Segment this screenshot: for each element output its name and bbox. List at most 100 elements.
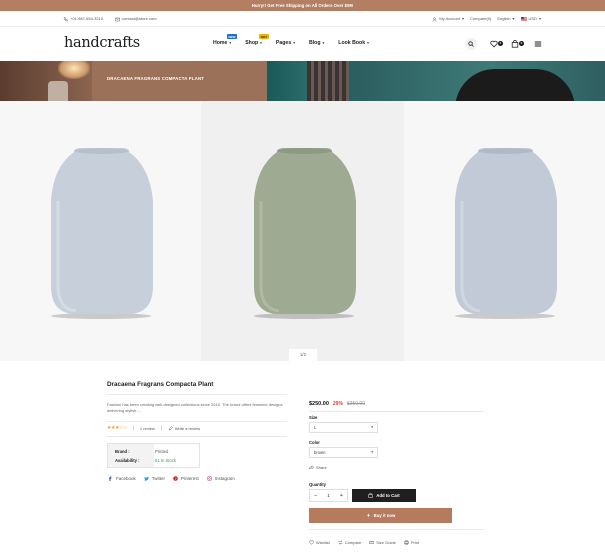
instagram-icon xyxy=(207,476,212,481)
chevron-down-icon: ▾ xyxy=(229,41,232,45)
phone-contact[interactable]: +01-987-654-3210 xyxy=(63,11,103,27)
pinterest-label: Pinterest xyxy=(181,476,199,481)
user-icon xyxy=(432,16,437,22)
print-action[interactable]: Print xyxy=(404,540,419,545)
search-button[interactable] xyxy=(465,38,477,50)
rating-stars: ★★★☆☆ xyxy=(107,425,127,431)
pinterest-link[interactable]: Pinterest xyxy=(173,476,199,481)
chevron-down-icon: ▾ xyxy=(371,450,373,454)
hot-badge: HOT xyxy=(259,34,269,39)
vase-image xyxy=(254,148,356,319)
chevron-down-icon: ▾ xyxy=(293,41,295,45)
cart-count: 0 xyxy=(519,41,524,46)
currency-label: USD xyxy=(528,16,537,21)
site-logo[interactable]: handcrafts xyxy=(64,35,140,51)
top-bar: +01-987-654-3210 contact@store.com My Ac… xyxy=(0,11,605,27)
pinterest-icon xyxy=(173,476,178,481)
product-info-box: Brand : Printed Availability : 51 In Sto… xyxy=(107,443,200,468)
product-gallery xyxy=(0,101,605,361)
brand-value: Printed xyxy=(155,449,169,454)
email-contact[interactable]: contact@store.com xyxy=(115,11,157,27)
printer-icon xyxy=(404,540,409,545)
banner-curtain xyxy=(307,61,349,101)
compare-link[interactable]: Compare(0) xyxy=(470,11,491,27)
language-label: English xyxy=(497,16,511,21)
chevron-down-icon: ▾ xyxy=(538,16,541,21)
us-flag-icon xyxy=(520,17,527,21)
menu-button[interactable] xyxy=(534,40,542,48)
chevron-down-icon: ▾ xyxy=(462,16,465,21)
promo-bar: Hurry!! Get Free Shipping on All Orders … xyxy=(0,0,605,11)
quantity-increase-button[interactable]: + xyxy=(340,493,343,499)
rating-row: ★★★☆☆ 1 review Write a review xyxy=(107,425,200,431)
vase-image xyxy=(51,148,153,319)
gallery-slide[interactable] xyxy=(201,101,404,361)
nav-item-look-book[interactable]: Look Book ▾ xyxy=(338,40,369,46)
my-account-label: My Account xyxy=(439,16,461,21)
quantity-decrease-button[interactable]: − xyxy=(314,493,317,499)
review-count-link[interactable]: 1 review xyxy=(140,426,155,431)
divider xyxy=(107,394,287,395)
compare-icon xyxy=(338,540,343,545)
add-to-cart-button[interactable]: Add to Cart xyxy=(352,489,416,502)
quantity-value[interactable]: 1 xyxy=(327,493,330,498)
compare-action[interactable]: Compare xyxy=(338,540,361,545)
compare-action-label: Compare xyxy=(344,540,362,545)
size-guide-action[interactable]: Size Guide xyxy=(369,540,396,545)
divider xyxy=(107,421,287,422)
phone-icon xyxy=(63,16,68,21)
wishlist-action-label: Wishlist xyxy=(316,540,330,545)
size-label: Size xyxy=(309,415,318,420)
divider xyxy=(309,529,484,530)
my-account-link[interactable]: My Account ▾ xyxy=(432,11,464,27)
write-review-label: Write a review xyxy=(174,425,201,431)
size-value: L xyxy=(314,425,317,430)
quantity-stepper[interactable]: − 1 + xyxy=(309,489,348,502)
discount-badge: 29% xyxy=(332,401,343,407)
old-price: $350.00 xyxy=(346,401,365,407)
buy-now-button[interactable]: Buy it now xyxy=(309,508,452,523)
cart-button[interactable]: 0 xyxy=(511,39,524,48)
promo-text: Hurry!! Get Free Shipping on All Orders … xyxy=(251,3,354,8)
price-row: $250.00 29% $350.00 xyxy=(309,401,365,407)
availability-value: 51 In Stock xyxy=(155,458,176,463)
color-value: brown xyxy=(314,450,326,455)
nav-item-shop[interactable]: Shop ▾ HOT xyxy=(245,34,269,46)
nav-label: Look Book xyxy=(338,40,366,46)
product-details: Dracaena Fragrans Compacta Plant Fashion… xyxy=(0,361,605,555)
banner-teal-panel xyxy=(267,61,307,101)
chevron-down-icon: ▾ xyxy=(322,41,325,45)
instagram-link[interactable]: Instagram xyxy=(207,476,235,481)
wishlist-action[interactable]: Wishlist xyxy=(309,540,330,545)
facebook-label: Facebook xyxy=(116,476,136,481)
facebook-link[interactable]: Facebook xyxy=(108,476,136,481)
write-review-link[interactable]: Write a review xyxy=(168,426,200,431)
quantity-label: Quantity xyxy=(309,482,326,487)
banner-lamp-light xyxy=(58,61,90,79)
wishlist-button[interactable]: 0 xyxy=(490,40,503,48)
twitter-link[interactable]: Twitter xyxy=(144,476,165,481)
vase-image xyxy=(455,148,557,319)
nav-item-pages[interactable]: Pages ▾ xyxy=(276,40,295,46)
shopping-bag-icon xyxy=(368,493,373,498)
divider xyxy=(309,411,484,412)
buy-now-label: Buy it now xyxy=(373,513,396,518)
gallery-slide[interactable] xyxy=(404,101,605,361)
share-link[interactable]: Share xyxy=(309,465,327,470)
gallery-slide[interactable] xyxy=(0,101,201,361)
currency-select[interactable]: USD ▾ xyxy=(520,11,541,27)
divider xyxy=(160,425,162,431)
shopping-bag-icon xyxy=(511,39,519,48)
nav-item-home[interactable]: Home ▾ NEW xyxy=(213,34,237,46)
heart-icon xyxy=(490,40,498,48)
nav-item-blog[interactable]: Blog ▾ xyxy=(309,40,324,46)
divider xyxy=(132,425,134,431)
divider xyxy=(107,436,287,437)
nav-label: Blog xyxy=(308,40,321,46)
info-label-column xyxy=(108,444,154,467)
banner-title: DRACAENA FRAGRANS COMPACTA PLANT xyxy=(107,76,205,81)
color-select[interactable]: brown ▾ xyxy=(309,447,378,458)
size-select[interactable]: L ▾ xyxy=(309,422,378,433)
language-select[interactable]: English ▾ xyxy=(497,11,514,27)
print-action-label: Print xyxy=(410,540,420,545)
